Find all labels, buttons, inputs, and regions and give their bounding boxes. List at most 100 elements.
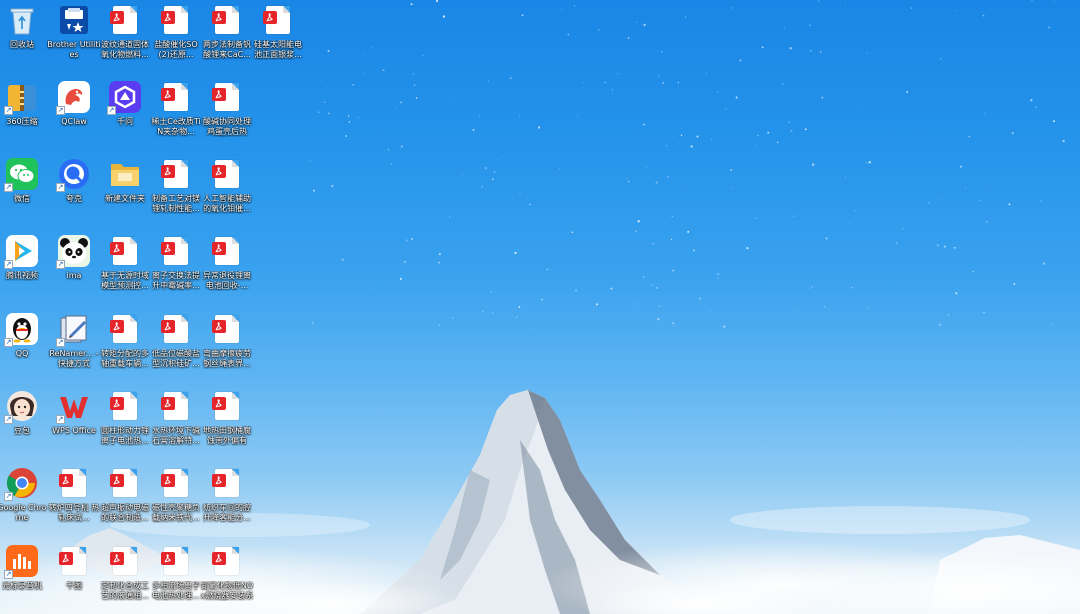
pdf-file-icon — [159, 80, 193, 114]
desktop-icon-c3r4[interactable]: 转矩分配的多轴重载车辆... — [98, 311, 152, 383]
desktop-icon-label: WPS Office — [52, 426, 96, 435]
desktop-icon-label: 异常退役锂离电池回收-... — [203, 271, 251, 290]
pdf-file-icon — [108, 544, 142, 578]
pdf-file-icon — [159, 3, 193, 37]
desktop-icon-chrome[interactable]: ↗ Google Chrome — [0, 465, 49, 537]
desktop-icon-label: 稀土Ce改质TiN夹杂物... — [151, 117, 201, 136]
desktop-icon-c5r6[interactable]: 纺织车间的腔升降客能分... — [200, 465, 254, 537]
shortcut-arrow-icon: ↗ — [56, 183, 65, 192]
claw-app-icon: ↗ — [56, 80, 91, 115]
desktop-icon-c4r5[interactable]: 水热环境下碱石膏溶解特... — [149, 388, 203, 460]
pdf-file-icon — [108, 312, 142, 346]
desktop-icon-c4r3[interactable]: 离子交换法提升中霉碱率... — [149, 233, 203, 305]
desktop-icon-c2r2[interactable]: 千图 — [47, 543, 101, 614]
desktop-icon-c5r5[interactable]: 地热田钢桶腐蚀带外偏有限... — [200, 388, 254, 460]
desktop-icon-label: 低品位磁酸盐型沉积硅矿... — [152, 349, 200, 368]
desktop-icon-c2r1[interactable]: 转炉四号机 热轧床试... — [47, 465, 101, 537]
folder-icon — [108, 157, 142, 191]
desktop-icon-kuake[interactable]: ↗ 夸克 — [47, 156, 101, 228]
desktop-icon-qclaw[interactable]: ↗ QClaw — [47, 79, 101, 151]
desktop-icon-c4r0[interactable]: 盐酸催化SO (2)还原... — [149, 2, 203, 74]
shortcut-arrow-icon: ↗ — [4, 183, 13, 192]
avatar-girl-icon: ↗ — [4, 389, 39, 424]
desktop-icon-c3r3[interactable]: 基于无源时域模型预测控... — [98, 233, 152, 305]
desktop-icon-label: 千图 — [66, 581, 82, 590]
shortcut-arrow-icon: ↗ — [56, 415, 65, 424]
desktop-icon-label: 豆包 — [14, 426, 30, 435]
pdf-file-icon — [159, 312, 193, 346]
pdf-file-icon — [159, 466, 193, 500]
desktop-icon-label: 多相流场离子电池热处理... — [152, 581, 200, 600]
desktop-icon-c3r6[interactable]: 超声振动电磁的联合制造... — [98, 465, 152, 537]
desktop-icon-label: 磁性壳聚糖负载纳米铁代... — [152, 503, 200, 522]
desktop-icon-c4r4[interactable]: 低品位磁酸盐型沉积硅矿... — [149, 311, 203, 383]
desktop-icon-ima[interactable]: ↗ ima — [47, 233, 101, 305]
desktop-icon-label: 新建文件夹 — [105, 194, 145, 203]
desktop-icon-renamer[interactable]: ↗ ReNamer... - 快捷方式 — [47, 311, 101, 383]
desktop-icon-c4r1[interactable]: 稀土Ce改质TiN夹杂物... — [149, 79, 203, 151]
penguin-icon: ↗ — [4, 312, 39, 347]
desktop-icon-tencentvideo[interactable]: ↗ 腾讯视频 — [0, 233, 49, 305]
desktop-icon-c5r0[interactable]: 两步法制备钒酸锂来CaC... — [200, 2, 254, 74]
quark-icon: ↗ — [56, 157, 91, 192]
desktop-icon-qianwen[interactable]: ↗ 千问 — [98, 79, 152, 151]
desktop-icon-wechat[interactable]: ↗ 微信 — [0, 156, 49, 228]
desktop-icon-newfolder[interactable]: 新建文件夹 — [98, 156, 152, 228]
desktop-icon-label: 夸克 — [66, 194, 82, 203]
desktop-icon-c5r2[interactable]: 人工智能辅助的氧化钼催... — [200, 156, 254, 228]
desktop-icon-label: 酸碱协同处理鸡蛋壳后热解... — [203, 117, 251, 136]
desktop-icon-c5r7[interactable]: 氮氧化物低NOx燃烧器安装系统... — [200, 543, 254, 614]
desktop-icon-audio[interactable]: ↗ 光标录音机 — [0, 543, 49, 614]
desktop-icon-c5r1[interactable]: 酸碱协同处理鸡蛋壳后热解... — [200, 79, 254, 151]
desktop-icon-label: 千问 — [117, 117, 133, 126]
shortcut-arrow-icon: ↗ — [56, 338, 65, 347]
desktop-icon-c3r7[interactable]: 定制化合成工艺的液通相... — [98, 543, 152, 614]
desktop-icon-c3r5[interactable]: 圆柱形动力锂离子电池热... — [98, 388, 152, 460]
desktop-icon-label: 离子交换法提升中霉碱率... — [152, 271, 200, 290]
desktop-icon-label: 盐酸催化SO (2)还原... — [154, 40, 198, 59]
shortcut-arrow-icon: ↗ — [56, 106, 65, 115]
desktop-icon-c3r0[interactable]: 波纹通道固体氧化物燃料... — [98, 2, 152, 74]
pdf-file-icon — [159, 157, 193, 191]
desktop-icon-c4r2[interactable]: 制备工艺对镁锂轧制性能... — [149, 156, 203, 228]
desktop-icon-label: 水热环境下碱石膏溶解特... — [152, 426, 200, 445]
audio-bars-icon: ↗ — [4, 544, 39, 579]
desktop-icon-c4r7[interactable]: 多相流场离子电池热处理... — [149, 543, 203, 614]
recycle-bin-icon — [5, 3, 39, 37]
desktop-icon-label: QClaw — [61, 117, 87, 126]
qianwen-icon: ↗ — [107, 80, 142, 115]
desktop-icon-label: 制备工艺对镁锂轧制性能... — [152, 194, 200, 213]
archive-app-icon: ↗ — [4, 80, 39, 115]
star-field — [309, 0, 1065, 330]
desktop-icon-recycle[interactable]: 回收站 — [0, 2, 49, 74]
shortcut-arrow-icon: ↗ — [4, 106, 13, 115]
desktop-icon-360zip[interactable]: ↗ 360压缩 — [0, 79, 49, 151]
wps-icon: ↗ — [56, 389, 91, 424]
desktop-icon-c4r6[interactable]: 磁性壳聚糖负载纳米铁代... — [149, 465, 203, 537]
desktop-icon-label: 两步法制备钒酸锂来CaC... — [203, 40, 251, 59]
desktop-icon-label: 超声振动电磁的联合制造... — [101, 503, 149, 522]
video-play-icon: ↗ — [4, 234, 39, 269]
desktop-icon-qq[interactable]: ↗ QQ — [0, 311, 49, 383]
desktop-icon-label: 弯曲摩擦疲劳钢丝绳表界... — [203, 349, 251, 368]
desktop-icon-doubao[interactable]: ↗ 豆包 — [0, 388, 49, 460]
desktop-icon-label: 360压缩 — [6, 117, 38, 126]
desktop-icon-label: 定制化合成工艺的液通相... — [101, 581, 149, 600]
desktop-icon-brother[interactable]: Brother Utilities — [47, 2, 101, 74]
desktop-icon-c5r4[interactable]: 弯曲摩擦疲劳钢丝绳表界... — [200, 311, 254, 383]
panda-icon: ↗ — [56, 234, 91, 269]
desktop-icon-label: ima — [66, 271, 82, 280]
pdf-file-icon — [57, 466, 91, 500]
desktop-icon-label: 光标录音机 — [2, 581, 42, 590]
pdf-file-icon — [210, 466, 244, 500]
desktop-icon-c6r0[interactable]: 硅基太阳能电池正面银浆... — [251, 2, 305, 74]
desktop-icon-label: 硅基太阳能电池正面银浆... — [254, 40, 302, 59]
shortcut-arrow-icon: ↗ — [56, 260, 65, 269]
pdf-file-icon — [108, 234, 142, 268]
desktop-icon-wps[interactable]: ↗ WPS Office — [47, 388, 101, 460]
desktop-icon-label: QQ — [15, 349, 29, 358]
desktop-icon-c5r3[interactable]: 异常退役锂离电池回收-... — [200, 233, 254, 305]
shortcut-arrow-icon: ↗ — [107, 106, 116, 115]
desktop-icon-label: 波纹通道固体氧化物燃料... — [101, 40, 149, 59]
shortcut-arrow-icon: ↗ — [4, 260, 13, 269]
